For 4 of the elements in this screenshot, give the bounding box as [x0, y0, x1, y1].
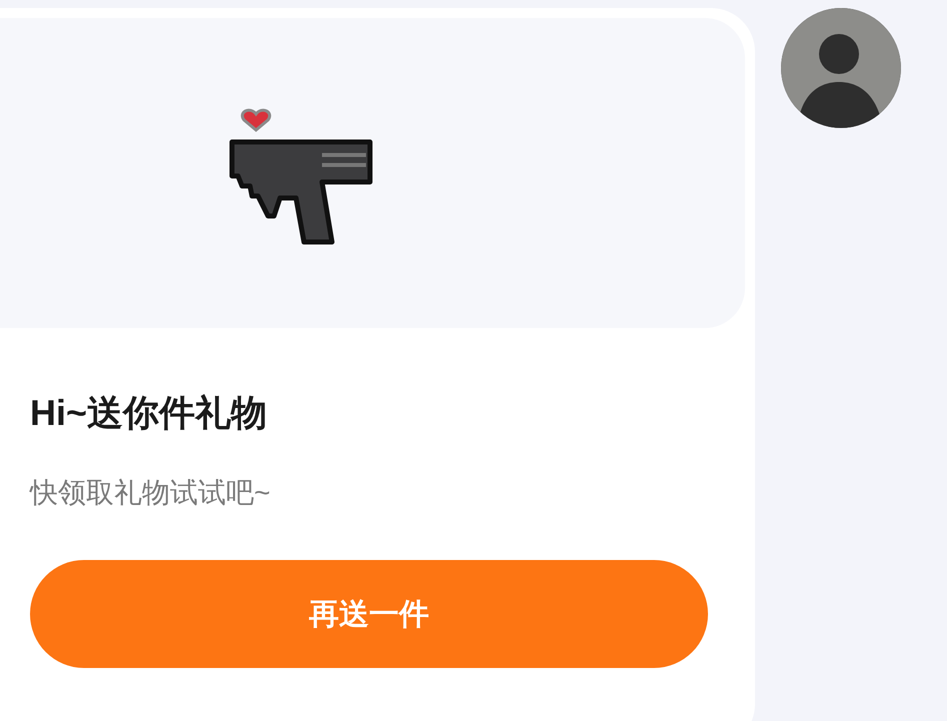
- message-subtitle: 快领取礼物试试吧~: [30, 476, 272, 510]
- send-again-button[interactable]: 再送一件: [30, 560, 708, 668]
- avatar-icon: [781, 8, 901, 128]
- message-title: Hi~送你件礼物: [30, 391, 268, 435]
